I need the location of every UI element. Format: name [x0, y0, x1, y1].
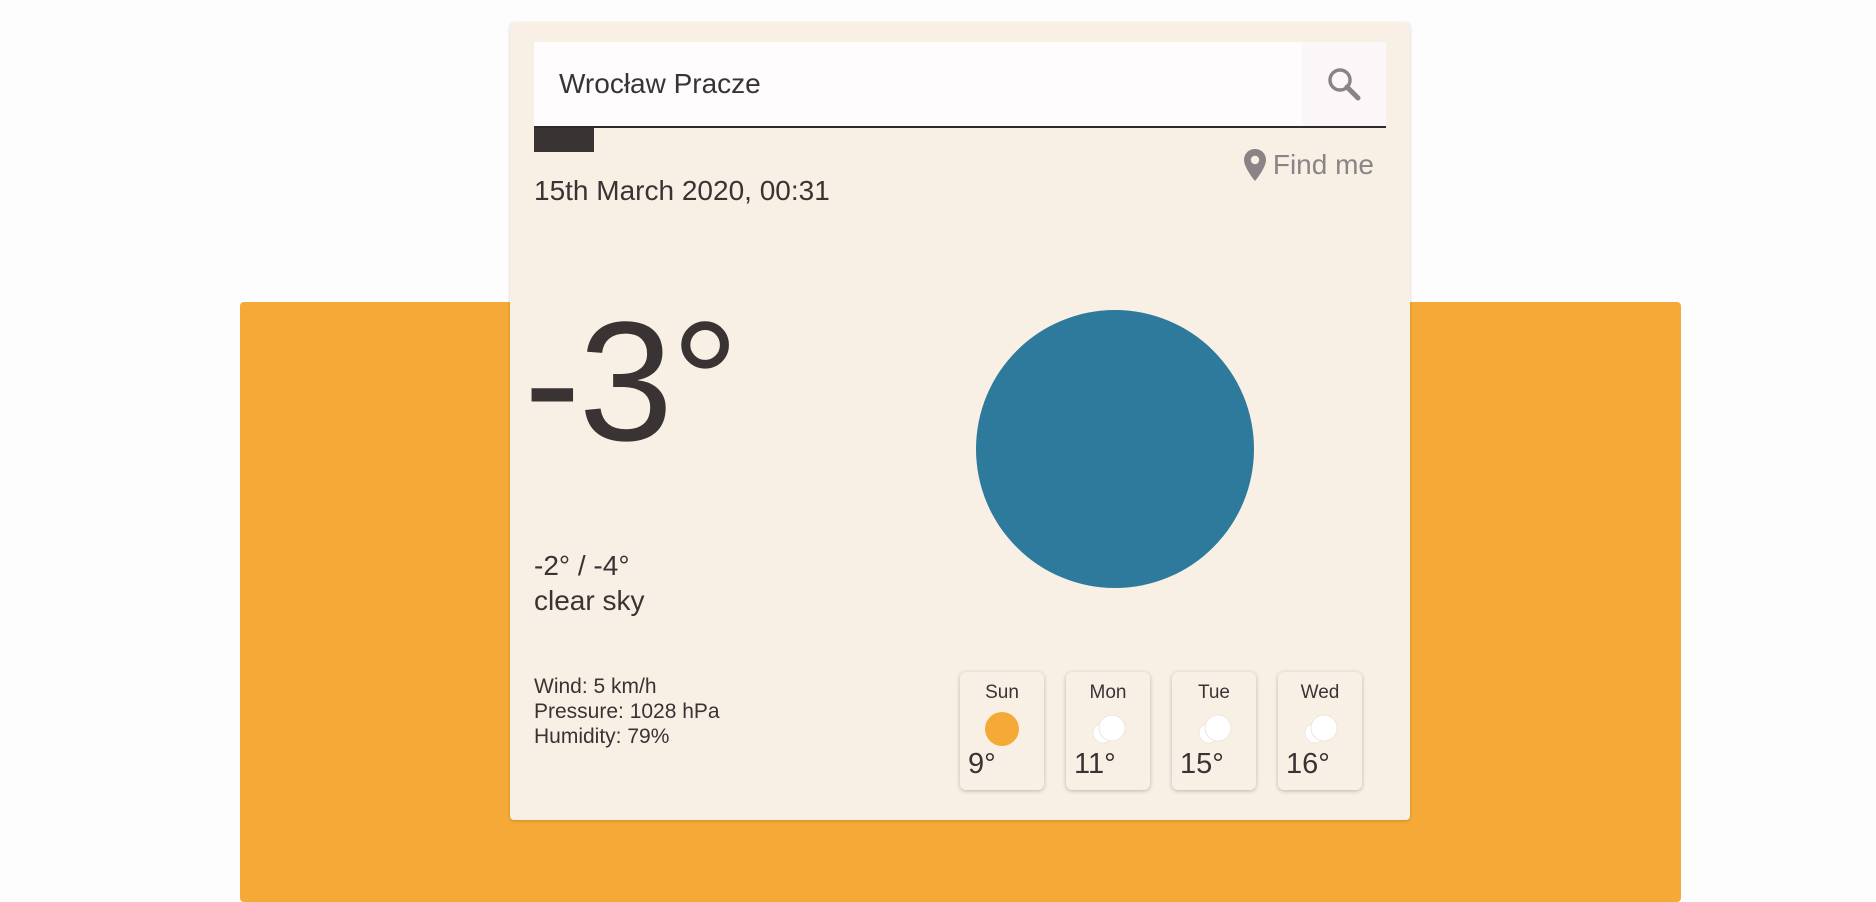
find-me-label: Find me: [1272, 149, 1374, 180]
find-me-button[interactable]: Find me: [1243, 148, 1374, 182]
loading-indicator: [534, 128, 594, 152]
cloud-icon: [1304, 714, 1338, 744]
forecast-day-name: Wed: [1300, 682, 1340, 703]
forecast-day-mon[interactable]: Mon 11°: [1066, 672, 1150, 790]
forecast-day-name: Sun: [985, 682, 1019, 703]
map-pin-icon: [1243, 149, 1266, 181]
forecast-day-tue[interactable]: Tue 15°: [1172, 672, 1256, 790]
forecast-day-name: Mon: [1089, 682, 1127, 703]
forecast-day-wed[interactable]: Wed 16°: [1278, 672, 1362, 790]
current-temperature: -3°: [524, 287, 739, 477]
humidity-value: Humidity: 79%: [534, 725, 670, 748]
search-box: [534, 42, 1386, 128]
search-button[interactable]: [1302, 42, 1386, 126]
weather-card: Find me 15th March 2020, 00:31 -3° -2° /…: [510, 22, 1410, 820]
pressure-value: Pressure: 1028 hPa: [534, 700, 720, 723]
weather-details: Wind: 5 km/h Pressure: 1028 hPa Humidity…: [534, 674, 720, 749]
cloud-icon: [1092, 714, 1126, 744]
temperature-range: -2° / -4°: [534, 550, 630, 581]
forecast-day-sun[interactable]: Sun 9°: [960, 672, 1044, 790]
forecast-day-temp: 16°: [1286, 748, 1330, 780]
forecast-day-temp: 11°: [1074, 748, 1116, 780]
wind-value: Wind: 5 km/h: [534, 675, 657, 698]
cloud-icon: [1198, 714, 1232, 744]
weather-description: clear sky: [534, 585, 645, 616]
sun-icon: [985, 712, 1019, 746]
current-date: 15th March 2020, 00:31: [534, 175, 830, 206]
search-input[interactable]: [534, 42, 1294, 126]
forecast-day-temp: 9°: [968, 748, 996, 780]
forecast-day-name: Tue: [1197, 682, 1231, 703]
search-icon: [1328, 68, 1361, 101]
weather-condition-icon: [976, 310, 1254, 588]
forecast-list: Sun 9° Mon 11° Tue 15° Wed 16°: [960, 672, 1362, 790]
forecast-day-temp: 15°: [1180, 748, 1224, 780]
